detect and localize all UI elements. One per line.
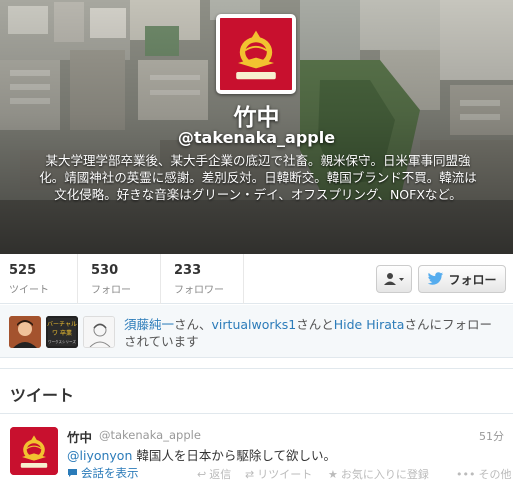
stat-tweets-label: ツイート	[9, 285, 49, 296]
retweet-label: リツイート	[257, 468, 313, 481]
twitter-bird-icon	[428, 272, 444, 285]
tweet-mention-link[interactable]: @liyonyon	[67, 448, 132, 463]
star-icon: ★	[328, 467, 338, 481]
profile-screen-name: @takenaka_apple	[177, 128, 336, 147]
tweets-section-header: ツイート	[0, 368, 513, 414]
tweet-body: 韓国人を日本から駆除して欲しい。	[132, 448, 336, 463]
reply-icon: ↩	[197, 467, 207, 481]
reply-label: 返信	[209, 468, 232, 481]
followed-by-section: バーチャル ワ 卒業 ワークスシリーズ 須藤純一さん、virtualworks1…	[0, 305, 513, 358]
stat-followers-count: 233	[174, 263, 202, 278]
profile-name: 竹中	[233, 105, 280, 131]
book-cover-icon: バーチャル ワ 卒業 ワークスシリーズ	[46, 316, 78, 348]
book-cover-title-line1: バーチャル	[47, 321, 77, 328]
view-conversation-link[interactable]: 会話を表示	[67, 465, 139, 481]
marine-emblem-icon	[220, 18, 292, 90]
stat-divider	[160, 254, 161, 304]
followed-by-separator: さん、	[174, 317, 212, 332]
profile-avatar[interactable]	[216, 14, 296, 94]
stat-followers-label: フォロワー	[174, 285, 224, 296]
profile-header: 竹中 @takenaka_apple 某大学理学部卒業後、某大手企業の底辺で社畜…	[0, 0, 513, 254]
tweet-text: @liyonyon 韓国人を日本から駆除して欲しい。	[67, 445, 336, 464]
stat-followers[interactable]: 233 フォロワー	[174, 263, 224, 296]
follower-avatar-1[interactable]	[9, 316, 41, 348]
tweet-author-name[interactable]: 竹中	[67, 427, 92, 446]
follower-link-2[interactable]: virtualworks1	[212, 317, 297, 332]
book-cover-series: ワークスシリーズ	[48, 339, 76, 344]
stat-divider	[77, 254, 78, 304]
more-action[interactable]: ••• その他	[456, 466, 511, 482]
stat-following[interactable]: 530 フォロー	[91, 263, 131, 296]
tweet-avatar[interactable]	[10, 427, 58, 475]
tweets-section-title: ツイート	[10, 386, 75, 405]
retweet-action[interactable]: ⇄ リツイート	[245, 466, 312, 482]
followed-by-text: 須藤純一さん、virtualworks1さんとHide Hirataさんにフォロ…	[124, 316, 504, 350]
follower-link-3[interactable]: Hide Hirata	[334, 317, 405, 332]
follower-avatar-3[interactable]	[83, 316, 115, 348]
retweet-icon: ⇄	[245, 467, 255, 481]
user-dropdown-icon	[384, 273, 404, 285]
stat-tweets[interactable]: 525 ツイート	[9, 263, 49, 296]
followed-by-separator: さんと	[296, 317, 334, 332]
follow-button[interactable]: フォロー	[418, 265, 506, 293]
favorite-label: お気に入りに登録	[340, 468, 429, 481]
user-actions-dropdown-button[interactable]	[376, 265, 412, 293]
favorite-action[interactable]: ★ お気に入りに登録	[328, 466, 429, 482]
marine-emblem-icon	[10, 427, 58, 475]
conversation-icon	[68, 469, 77, 477]
stat-divider	[243, 254, 244, 304]
view-conversation-label: 会話を表示	[81, 466, 139, 480]
person-photo-icon	[9, 316, 41, 348]
book-cover-title-line2: ワ 卒業	[52, 329, 72, 337]
person-sketch-icon	[84, 317, 114, 347]
stat-following-count: 530	[91, 263, 119, 278]
stat-tweets-count: 525	[9, 263, 37, 278]
reply-action[interactable]: ↩ 返信	[197, 466, 231, 482]
follow-button-label: フォロー	[448, 272, 497, 287]
tweet-author-handle[interactable]: @takenaka_apple	[99, 428, 201, 442]
follower-link-1[interactable]: 須藤純一	[124, 317, 174, 332]
tweet-item[interactable]: 竹中 @takenaka_apple 51分 @liyonyon 韓国人を日本か…	[0, 415, 513, 490]
follower-avatar-2[interactable]: バーチャル ワ 卒業 ワークスシリーズ	[46, 316, 78, 348]
profile-bio: 某大学理学部卒業後、某大手企業の底辺で社畜。親米保守。日米軍事同盟強化。靖國神社…	[39, 153, 477, 202]
more-label: その他	[478, 468, 512, 481]
more-icon: •••	[456, 467, 476, 481]
tweet-timestamp[interactable]: 51分	[479, 428, 504, 444]
stat-following-label: フォロー	[91, 285, 131, 296]
